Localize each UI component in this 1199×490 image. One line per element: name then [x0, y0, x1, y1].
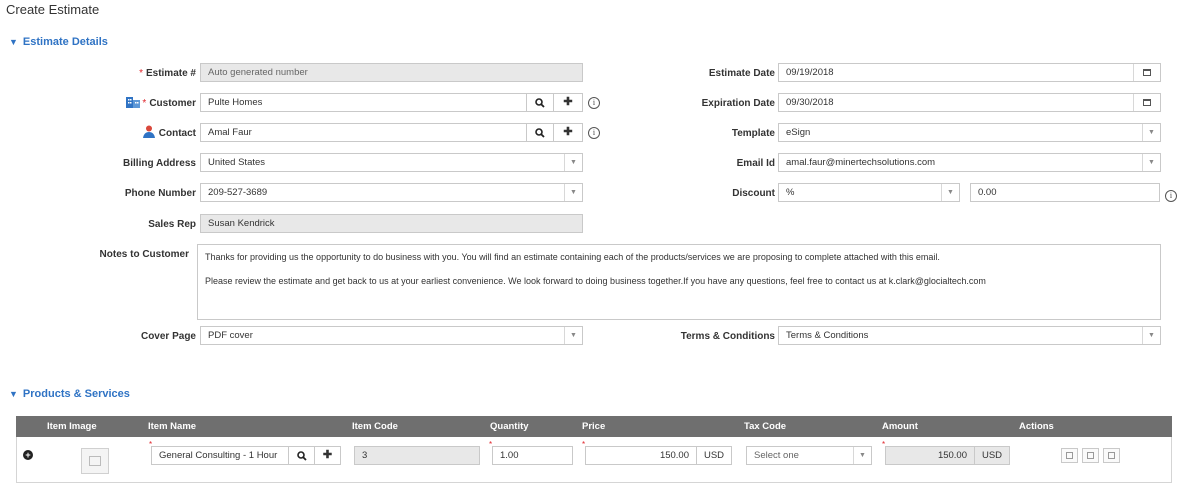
- contact-person-icon: [143, 125, 157, 138]
- estimate-number-field: Auto generated number: [200, 63, 583, 82]
- dropdown-arrow-icon: ▼: [564, 327, 582, 344]
- contact-search-button[interactable]: [526, 123, 554, 142]
- dropdown-arrow-icon: ▼: [1142, 327, 1160, 344]
- building-icon: [126, 95, 140, 108]
- search-icon: [535, 98, 545, 108]
- plus-icon: ✚: [322, 449, 333, 461]
- dropdown-arrow-icon: ▼: [1142, 154, 1160, 171]
- calendar-icon[interactable]: [1133, 64, 1160, 81]
- expiration-date-label: Expiration Date: [701, 98, 775, 109]
- tax-code-placeholder: Select one: [754, 450, 799, 461]
- estimate-date-field[interactable]: 09/19/2018: [778, 63, 1161, 82]
- contact-field[interactable]: Amal Faur: [200, 123, 527, 142]
- template-value: eSign: [786, 127, 811, 138]
- column-header: Quantity: [490, 421, 529, 432]
- chevron-down-icon: ▼: [9, 389, 18, 399]
- customer-field[interactable]: Pulte Homes: [200, 93, 527, 112]
- edit-icon[interactable]: [1061, 448, 1078, 463]
- plus-icon: ✚: [563, 96, 573, 108]
- amount-field: 150.00: [885, 446, 975, 465]
- section-title: Estimate Details: [22, 36, 108, 48]
- section-products-services[interactable]: ▼ Products & Services: [9, 388, 130, 400]
- chevron-down-icon: ▼: [9, 37, 18, 47]
- trash-icon[interactable]: [1103, 448, 1120, 463]
- dropdown-arrow-icon: ▼: [853, 447, 871, 464]
- email-id-value: amal.faur@minertechsolutions.com: [786, 157, 936, 168]
- table-row: + * General Consulting - 1 Hour ✚ 3 * 1.…: [16, 437, 1172, 483]
- expiration-date-field[interactable]: 09/30/2018: [778, 93, 1161, 112]
- column-header: Item Name: [148, 421, 197, 432]
- copy-icon[interactable]: [1082, 448, 1099, 463]
- estimate-date-value: 09/19/2018: [786, 67, 834, 78]
- notes-line: Please review the estimate and get back …: [205, 276, 986, 286]
- expand-row-icon[interactable]: +: [23, 450, 33, 460]
- template-label: Template: [731, 128, 775, 139]
- column-header: Amount: [882, 421, 918, 432]
- price-currency: USD: [696, 446, 732, 465]
- customer-search-button[interactable]: [526, 93, 554, 112]
- search-icon: [535, 128, 545, 138]
- column-header: Actions: [1019, 421, 1054, 432]
- dropdown-arrow-icon: ▼: [564, 154, 582, 171]
- tax-code-select[interactable]: Select one ▼: [746, 446, 872, 465]
- customer-label: * Customer: [142, 98, 196, 109]
- sales-rep-field: Susan Kendrick: [200, 214, 583, 233]
- item-code-field: 3: [354, 446, 480, 465]
- item-add-button[interactable]: ✚: [314, 446, 341, 465]
- page-title: Create Estimate: [6, 2, 100, 17]
- discount-type-value: %: [786, 187, 795, 198]
- dropdown-arrow-icon: ▼: [564, 184, 582, 201]
- terms-value: Terms & Conditions: [786, 330, 869, 341]
- price-field[interactable]: 150.00: [585, 446, 697, 465]
- section-estimate-details[interactable]: ▼ Estimate Details: [9, 36, 108, 48]
- info-icon[interactable]: i: [1165, 190, 1177, 202]
- column-header: Item Code: [352, 421, 398, 432]
- notes-label: Notes to Customer: [99, 249, 189, 260]
- cover-page-value: PDF cover: [208, 330, 253, 341]
- template-select[interactable]: eSign ▼: [778, 123, 1161, 142]
- estimate-number-label: * Estimate #: [139, 68, 196, 79]
- amount-currency: USD: [974, 446, 1010, 465]
- discount-type-select[interactable]: % ▼: [778, 183, 960, 202]
- email-id-select[interactable]: amal.faur@minertechsolutions.com ▼: [778, 153, 1161, 172]
- item-search-button[interactable]: [288, 446, 315, 465]
- terms-label: Terms & Conditions: [680, 331, 775, 342]
- discount-value-field[interactable]: 0.00: [970, 183, 1160, 202]
- quantity-field[interactable]: 1.00: [492, 446, 573, 465]
- info-icon[interactable]: i: [588, 127, 600, 139]
- billing-address-value: United States: [208, 157, 266, 168]
- sales-rep-label: Sales Rep: [148, 219, 196, 230]
- cover-page-select[interactable]: PDF cover ▼: [200, 326, 583, 345]
- item-name-field[interactable]: General Consulting - 1 Hour: [151, 446, 289, 465]
- billing-address-select[interactable]: United States ▼: [200, 153, 583, 172]
- billing-address-label: Billing Address: [123, 158, 196, 169]
- column-header: Item Image: [47, 421, 97, 432]
- contact-label: Contact: [158, 128, 196, 139]
- discount-label: Discount: [732, 188, 775, 199]
- customer-add-button[interactable]: ✚: [553, 93, 583, 112]
- search-icon: [296, 451, 307, 461]
- image-placeholder-icon[interactable]: [81, 448, 109, 474]
- dropdown-arrow-icon: ▼: [941, 184, 959, 201]
- phone-number-select[interactable]: 209-527-3689 ▼: [200, 183, 583, 202]
- info-icon[interactable]: i: [588, 97, 600, 109]
- terms-select[interactable]: Terms & Conditions ▼: [778, 326, 1161, 345]
- notes-line: Thanks for providing us the opportunity …: [205, 252, 940, 262]
- phone-number-value: 209-527-3689: [208, 187, 268, 198]
- cover-page-label: Cover Page: [140, 331, 196, 342]
- email-id-label: Email Id: [736, 158, 775, 169]
- estimate-date-label: Estimate Date: [708, 68, 775, 79]
- products-table-header: Item Image Item Name Item Code Quantity …: [16, 416, 1172, 437]
- dropdown-arrow-icon: ▼: [1142, 124, 1160, 141]
- plus-icon: ✚: [563, 126, 573, 138]
- calendar-icon[interactable]: [1133, 94, 1160, 111]
- column-header: Price: [582, 421, 606, 432]
- phone-number-label: Phone Number: [124, 188, 196, 199]
- contact-add-button[interactable]: ✚: [553, 123, 583, 142]
- section-title: Products & Services: [22, 388, 130, 400]
- expiration-date-value: 09/30/2018: [786, 97, 834, 108]
- notes-textarea[interactable]: Thanks for providing us the opportunity …: [197, 244, 1161, 320]
- column-header: Tax Code: [744, 421, 787, 432]
